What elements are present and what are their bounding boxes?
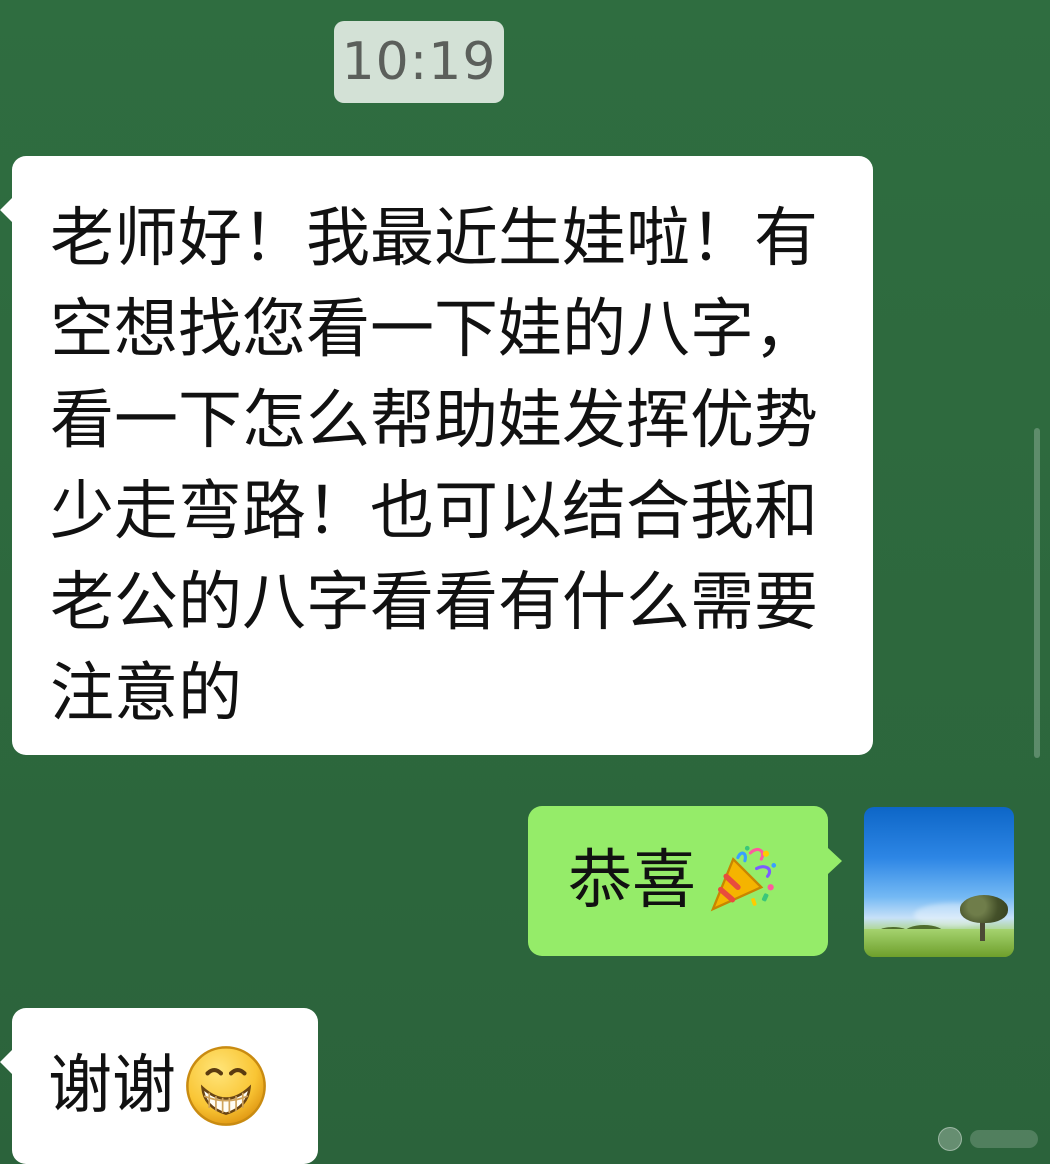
message-text-with-emoji: 谢谢 [48, 1044, 298, 1128]
watermark-logo-icon [938, 1127, 962, 1151]
message-tail [0, 198, 12, 222]
avatar-tree-canopy [960, 895, 1008, 923]
timestamp-badge: 10:19 [334, 21, 504, 103]
incoming-message-bubble[interactable]: 老师好！我最近生娃啦！有空想找您看一下娃的八字，看一下怎么帮助娃发挥优势 少走弯… [0, 156, 873, 755]
avatar-grass [864, 929, 1014, 957]
message-text: 恭喜 [568, 844, 696, 918]
outgoing-message-bubble[interactable]: 恭喜 [528, 806, 842, 956]
incoming-message-bubble[interactable]: 谢谢 [0, 1008, 318, 1164]
message-tail [828, 848, 842, 874]
chat-scrollbar[interactable] [1034, 428, 1040, 758]
user-avatar[interactable] [864, 807, 1014, 957]
message-text-with-emoji: 恭喜 [568, 840, 800, 922]
party-popper-icon [702, 842, 780, 920]
message-tail [0, 1050, 12, 1074]
message-text: 谢谢 [48, 1049, 176, 1123]
message-text: 老师好！我最近生娃啦！有空想找您看一下娃的八字，看一下怎么帮助娃发挥优势 少走弯… [50, 202, 818, 731]
watermark [938, 1122, 1038, 1156]
chat-background: 10:19 老师好！我最近生娃啦！有空想找您看一下娃的八字，看一下怎么帮助娃发挥… [0, 0, 1050, 1164]
watermark-mark [970, 1130, 1038, 1148]
grinning-face-icon [184, 1044, 268, 1128]
